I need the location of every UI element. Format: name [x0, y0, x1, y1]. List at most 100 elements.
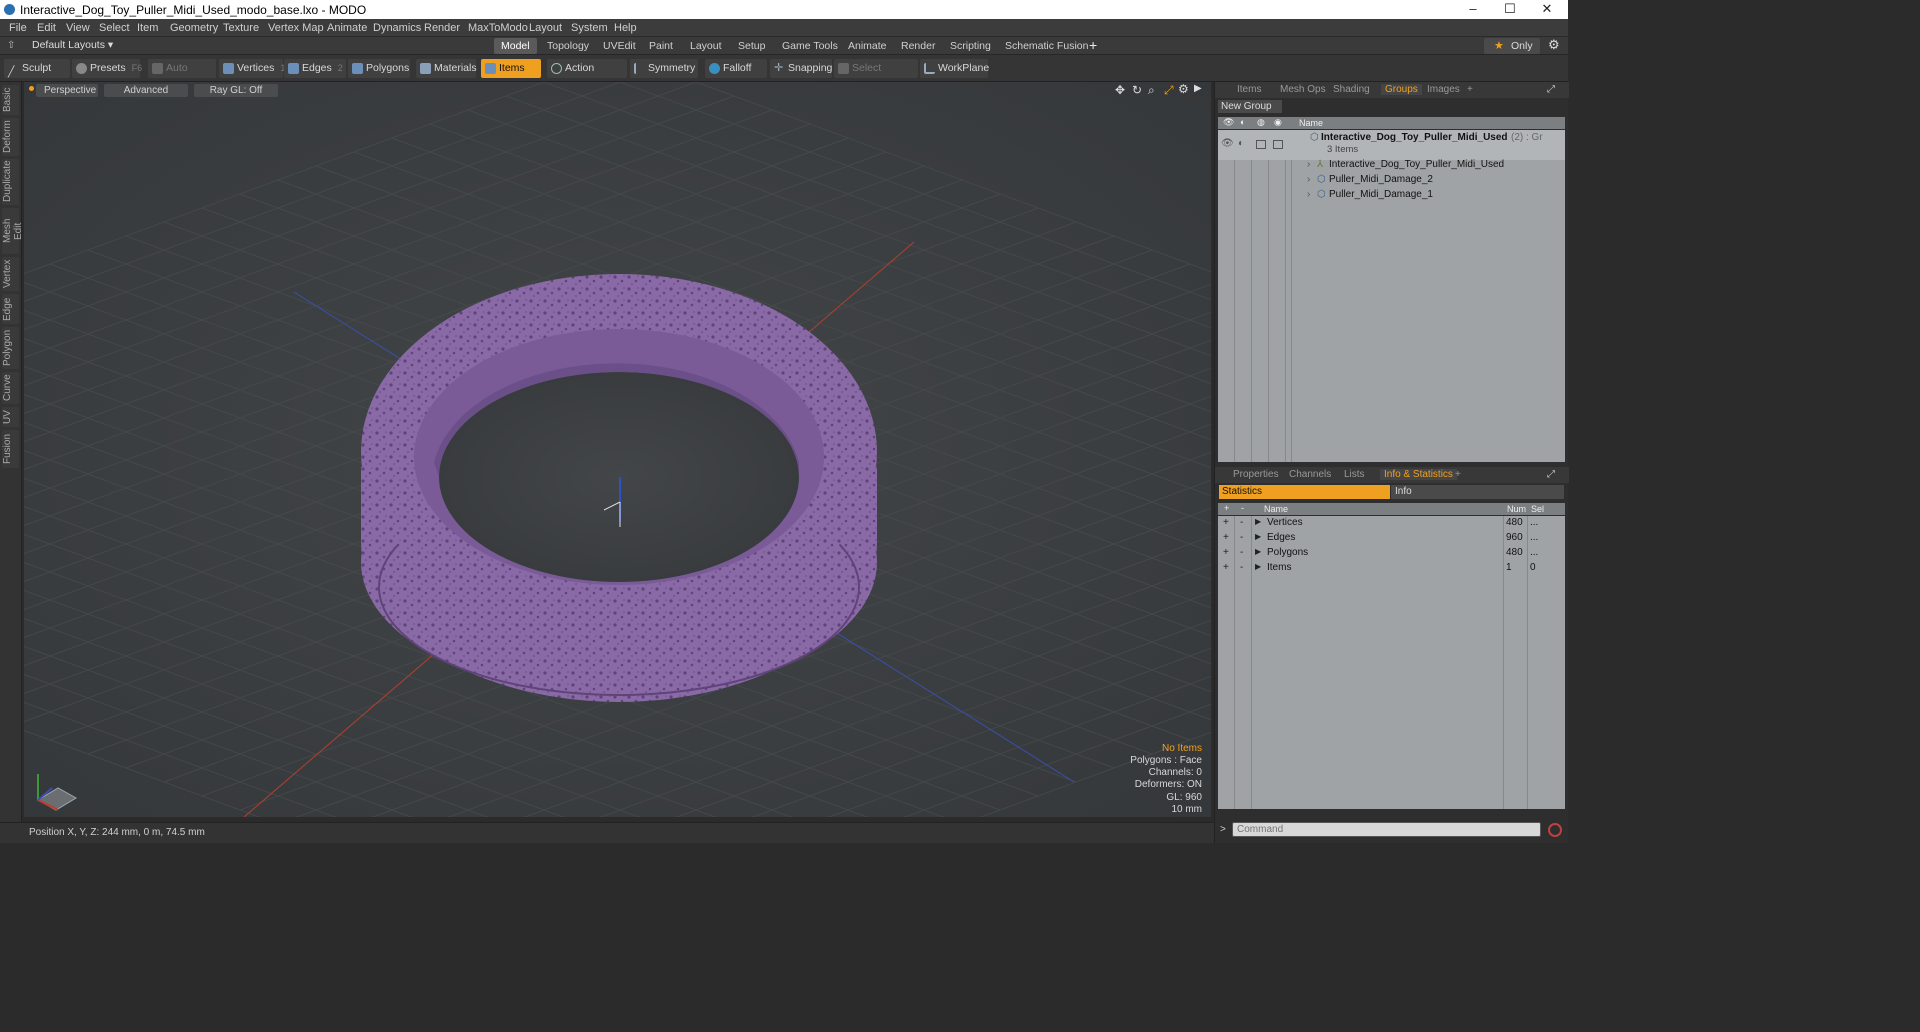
viewport-scene[interactable] — [24, 82, 1211, 817]
tab-uvedit[interactable]: UVEdit — [596, 38, 643, 54]
3d-viewport[interactable]: Perspective Advanced Ray GL: Off ✥ ↻ ⌕ ⤢… — [24, 82, 1211, 817]
info-tab[interactable]: Info — [1391, 485, 1564, 499]
add-panel-tab-icon[interactable]: + — [1455, 469, 1461, 480]
menu-layout[interactable]: Layout — [529, 22, 562, 34]
viewport-expand-icon[interactable]: ▶ — [1194, 83, 1202, 94]
group-child-item[interactable]: Puller_Midi_Damage_2 — [1329, 174, 1433, 185]
layout-menu-icon[interactable]: ⇧ — [7, 40, 15, 51]
menu-texture[interactable]: Texture — [223, 22, 259, 34]
select-through-button[interactable]: Select Through — [834, 59, 918, 93]
row-collapse-icon[interactable]: - — [1240, 532, 1243, 543]
add-tab-icon[interactable]: + — [1089, 37, 1097, 53]
falloff-button[interactable]: Falloff — [705, 59, 767, 78]
viewport-settings-icon[interactable]: ⚙ — [1178, 82, 1189, 96]
menu-render[interactable]: Render — [424, 22, 460, 34]
tab-animate[interactable]: Animate — [841, 38, 894, 54]
menu-maxtomodo[interactable]: MaxToModo — [468, 22, 528, 34]
auto-select-button[interactable]: Auto Select — [148, 59, 216, 93]
gear-icon[interactable]: ⚙ — [1548, 37, 1560, 53]
table-row[interactable]: + - ▶ Edges 960 ... — [1218, 531, 1565, 546]
table-row[interactable]: + - ▶ Items 1 0 — [1218, 561, 1565, 576]
row-collapse-icon[interactable]: - — [1240, 517, 1243, 528]
group-render-icon[interactable]: ◐ — [1238, 138, 1244, 149]
left-tab-curve[interactable]: Curve — [2, 372, 19, 404]
sculpt-button[interactable]: ╱ Sculpt — [4, 59, 70, 78]
group-select-checkbox[interactable] — [1273, 140, 1283, 149]
left-tab-mesh-edit[interactable]: Mesh Edit — [2, 208, 24, 254]
left-tab-polygon[interactable]: Polygon — [2, 327, 19, 369]
snapping-button[interactable]: ✛ Snapping — [770, 59, 832, 78]
zoom-view-icon[interactable]: ⌕ — [1148, 83, 1155, 98]
menu-edit[interactable]: Edit — [37, 22, 56, 34]
tab-render[interactable]: Render — [894, 38, 942, 54]
fit-view-icon[interactable]: ⤢ — [1164, 83, 1174, 98]
rotate-view-icon[interactable]: ↻ — [1132, 83, 1142, 97]
raygl-dropdown[interactable]: Ray GL: Off — [194, 84, 278, 97]
tab-info-statistics[interactable]: Info & Statistics — [1380, 469, 1457, 480]
perspective-dropdown[interactable]: Perspective — [36, 84, 98, 97]
menu-vertex-map[interactable]: Vertex Map — [268, 22, 324, 34]
row-arrow-icon[interactable]: ▶ — [1255, 532, 1261, 541]
row-expand-icon[interactable]: + — [1223, 517, 1229, 528]
table-row[interactable]: + - ▶ Vertices 480 ... — [1218, 516, 1565, 531]
left-tab-deform[interactable]: Deform — [2, 118, 19, 156]
menu-file[interactable]: File — [9, 22, 27, 34]
menu-view[interactable]: View — [66, 22, 90, 34]
tab-mesh-ops[interactable]: Mesh Ops — [1280, 84, 1326, 95]
menu-help[interactable]: Help — [614, 22, 637, 34]
menu-system[interactable]: System — [571, 22, 608, 34]
items-button[interactable]: Items — [481, 59, 541, 78]
action-center-button[interactable]: Action Center — [547, 59, 627, 93]
record-icon[interactable] — [1548, 823, 1562, 837]
group-lock-checkbox[interactable] — [1256, 140, 1266, 149]
tab-groups[interactable]: Groups — [1381, 84, 1422, 95]
presets-button[interactable]: Presets F6 — [72, 59, 142, 78]
new-group-button[interactable]: New Group — [1218, 100, 1282, 113]
vertices-button[interactable]: Vertices 1 — [219, 59, 285, 78]
left-tab-fusion[interactable]: Fusion — [2, 430, 19, 468]
tab-scripting[interactable]: Scripting — [943, 38, 998, 54]
minimize-button[interactable]: – — [1453, 1, 1493, 16]
panel-expand-icon[interactable]: ⤢ — [1547, 469, 1555, 480]
layout-selector[interactable]: Default Layouts ▾ — [32, 39, 113, 51]
tab-shading[interactable]: Shading — [1333, 84, 1370, 95]
maximize-button[interactable]: ☐ — [1490, 1, 1530, 17]
workplane-button[interactable]: WorkPlane — [920, 59, 989, 78]
add-panel-tab-icon[interactable]: + — [1467, 84, 1473, 95]
row-arrow-icon[interactable]: ▶ — [1255, 562, 1261, 571]
tab-layout[interactable]: Layout — [683, 38, 729, 54]
tab-properties[interactable]: Properties — [1233, 469, 1279, 480]
row-collapse-icon[interactable]: - — [1240, 562, 1243, 573]
left-tab-uv[interactable]: UV — [2, 407, 19, 427]
panel-expand-icon[interactable]: ⤢ — [1547, 84, 1555, 95]
menu-geometry[interactable]: Geometry — [170, 22, 218, 34]
row-arrow-icon[interactable]: ▶ — [1255, 517, 1261, 526]
row-expand-icon[interactable]: + — [1223, 562, 1229, 573]
table-row[interactable]: + - ▶ Polygons 480 ... — [1218, 546, 1565, 561]
expand-all-icon[interactable]: + — [1224, 503, 1229, 513]
command-input[interactable] — [1232, 822, 1541, 837]
left-tab-basic[interactable]: Basic — [2, 85, 19, 115]
polygons-button[interactable]: Polygons — [348, 59, 410, 78]
tab-images[interactable]: Images — [1427, 84, 1460, 95]
menu-dynamics[interactable]: Dynamics — [373, 22, 421, 34]
edges-button[interactable]: Edges 2 — [284, 59, 346, 78]
row-arrow-icon[interactable]: ▶ — [1255, 547, 1261, 556]
menu-item[interactable]: Item — [137, 22, 158, 34]
menu-select[interactable]: Select — [99, 22, 130, 34]
only-toggle[interactable]: ★ Only — [1484, 38, 1540, 54]
close-button[interactable]: ✕ — [1527, 1, 1567, 17]
group-name[interactable]: Interactive_Dog_Toy_Puller_Midi_Used — [1321, 132, 1508, 143]
row-expand-icon[interactable]: + — [1223, 532, 1229, 543]
advanced-dropdown[interactable]: Advanced — [104, 84, 188, 97]
tab-topology[interactable]: Topology — [540, 38, 596, 54]
row-collapse-icon[interactable]: - — [1240, 547, 1243, 558]
tab-model[interactable]: Model — [494, 38, 537, 54]
move-view-icon[interactable]: ✥ — [1115, 83, 1125, 97]
statistics-tab[interactable]: Statistics — [1219, 485, 1390, 499]
tab-schematic-fusion[interactable]: Schematic Fusion — [998, 38, 1095, 54]
tab-lists[interactable]: Lists — [1344, 469, 1365, 480]
tab-game-tools[interactable]: Game Tools — [775, 38, 845, 54]
group-child-item[interactable]: Interactive_Dog_Toy_Puller_Midi_Used — [1329, 159, 1504, 170]
menu-animate[interactable]: Animate — [327, 22, 367, 34]
